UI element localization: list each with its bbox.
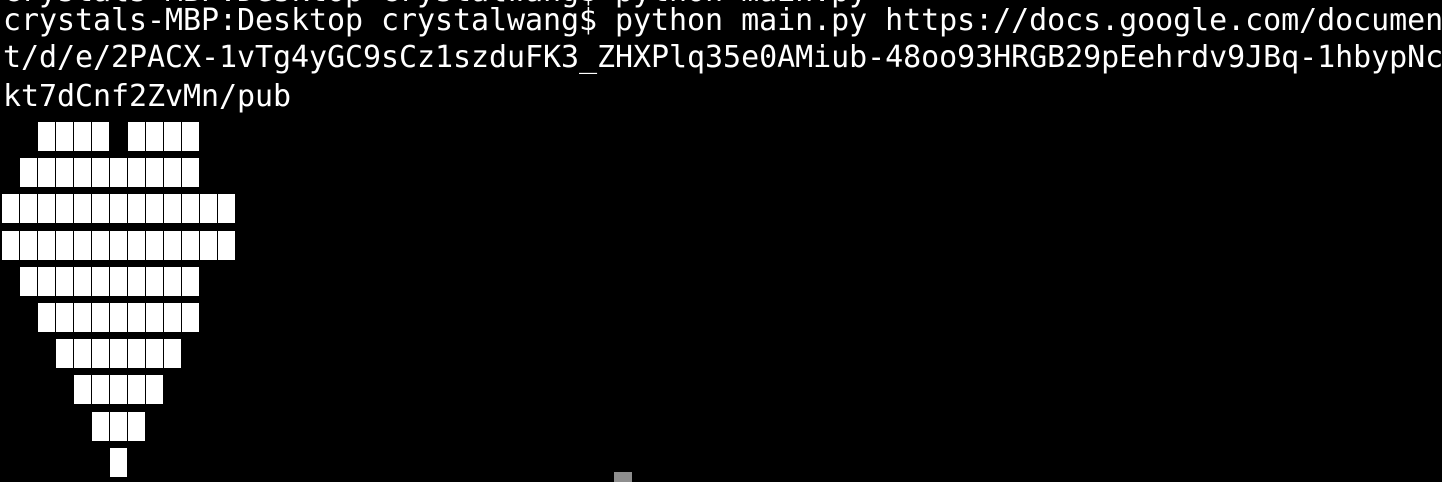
art-block-cell (146, 303, 163, 332)
art-block-cell (110, 447, 127, 477)
art-block-cell (110, 339, 127, 369)
art-block-cell (56, 122, 73, 151)
art-block-cell (182, 158, 199, 188)
art-block-cell (146, 158, 163, 188)
art-block-cell (74, 194, 91, 224)
art-block-cell (110, 158, 127, 188)
art-block-cell (128, 339, 145, 369)
art-block-cell (56, 303, 73, 332)
art-block-cell (92, 122, 109, 151)
art-block-cell (38, 266, 55, 296)
art-block-cell (146, 194, 163, 224)
art-block-cell (146, 230, 163, 260)
art-block-cell (110, 266, 127, 296)
art-block-cell (92, 230, 109, 260)
art-block-cell (110, 375, 127, 405)
art-block-cell (92, 411, 109, 441)
art-block-cell (38, 230, 55, 260)
art-block-cell (20, 158, 37, 188)
art-block-cell (56, 194, 73, 224)
art-block-cell (128, 303, 145, 332)
art-block-cell (74, 158, 91, 188)
art-block-cell (164, 122, 181, 151)
art-block-cell (56, 266, 73, 296)
terminal-window[interactable]: crystals-MBP:Desktop crystalwang$ python… (0, 0, 1442, 482)
art-block-cell (74, 266, 91, 296)
art-block-cell (2, 230, 19, 260)
art-block-cell (146, 122, 163, 151)
art-block-cell (20, 230, 37, 260)
art-block-cell (128, 375, 145, 405)
art-block-cell (92, 194, 109, 224)
art-block-cell (38, 122, 55, 151)
art-block-cell (164, 194, 181, 224)
art-block-cell (20, 194, 37, 224)
art-block-cell (92, 266, 109, 296)
art-block-cell (38, 303, 55, 332)
art-block-cell (128, 266, 145, 296)
art-block-cell (56, 230, 73, 260)
art-block-cell (146, 375, 163, 405)
art-block-cell (110, 303, 127, 332)
art-block-cell (92, 339, 109, 369)
art-block-cell (200, 194, 217, 224)
art-block-cell (74, 122, 91, 151)
art-block-cell (92, 375, 109, 405)
art-block-cell (164, 303, 181, 332)
art-block-cell (218, 194, 235, 224)
art-block-cell (74, 230, 91, 260)
art-block-cell (110, 230, 127, 260)
art-block-cell (74, 339, 91, 369)
terminal-cursor[interactable] (614, 472, 632, 482)
art-block-cell (110, 194, 127, 224)
art-block-cell (182, 303, 199, 332)
art-block-cell (182, 266, 199, 296)
art-block-cell (110, 411, 127, 441)
art-block-cell (164, 230, 181, 260)
art-block-cell (218, 230, 235, 260)
art-block-cell (164, 339, 181, 369)
art-block-cell (92, 303, 109, 332)
heart-block-art-output (0, 0, 300, 482)
art-block-cell (182, 194, 199, 224)
art-block-cell (146, 339, 163, 369)
art-block-cell (182, 122, 199, 151)
art-block-cell (20, 266, 37, 296)
art-block-cell (128, 411, 145, 441)
art-block-cell (128, 158, 145, 188)
art-block-cell (56, 339, 73, 369)
art-block-cell (164, 266, 181, 296)
art-block-cell (164, 158, 181, 188)
art-block-cell (56, 158, 73, 188)
art-block-cell (182, 230, 199, 260)
art-block-cell (2, 194, 19, 224)
art-block-cell (146, 266, 163, 296)
art-block-cell (128, 122, 145, 151)
art-block-cell (200, 230, 217, 260)
art-block-cell (128, 194, 145, 224)
art-block-cell (38, 194, 55, 224)
art-block-cell (38, 158, 55, 188)
art-block-cell (74, 375, 91, 405)
art-block-cell (128, 230, 145, 260)
art-block-cell (92, 158, 109, 188)
art-block-cell (74, 303, 91, 332)
